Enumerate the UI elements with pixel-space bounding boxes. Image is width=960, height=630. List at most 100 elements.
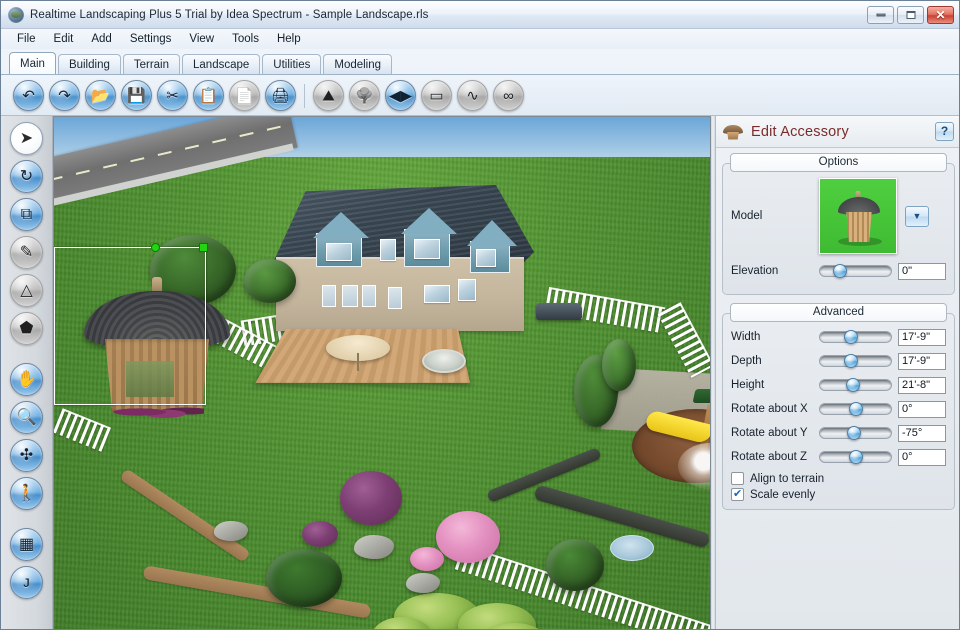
height-slider-thumb[interactable]	[845, 378, 860, 392]
redo-icon[interactable]: ↷	[49, 80, 80, 111]
pond	[610, 535, 654, 561]
panel-header: Edit Accessory ?	[716, 116, 959, 148]
region-tool: ⬟	[10, 312, 43, 345]
close-button[interactable]: ✕	[927, 6, 954, 24]
tab-modeling[interactable]: Modeling	[323, 54, 393, 74]
rotate-z-label: Rotate about Z	[731, 451, 808, 463]
gazebo-thumbnail[interactable]	[819, 178, 897, 254]
purple-tree[interactable]	[340, 471, 402, 525]
rotate-x-value[interactable]: 0°	[898, 400, 946, 418]
scale-evenly-label: Scale evenly	[750, 488, 816, 501]
window-upper-4	[476, 249, 496, 267]
tree-upper-mid[interactable]	[244, 259, 296, 303]
depth-value[interactable]: 17'-9"	[898, 352, 946, 370]
selection-bounding-box[interactable]	[54, 243, 208, 405]
width-slider-thumb[interactable]	[844, 330, 859, 344]
align-to-terrain-checkbox[interactable]	[731, 472, 744, 485]
rotate-z-value[interactable]: 0°	[898, 448, 946, 466]
rotate-x-slider-thumb[interactable]	[848, 402, 863, 416]
duplicate-tool[interactable]: ⧉	[10, 198, 43, 231]
height-value[interactable]: 21'-8"	[898, 376, 946, 394]
curve-icon: ∿	[457, 80, 488, 111]
align-to-terrain-row[interactable]: Align to terrain	[731, 472, 946, 485]
purple-shrub[interactable]	[302, 521, 338, 547]
height-slider[interactable]	[819, 378, 892, 392]
selection-handle-corner[interactable]	[199, 243, 208, 252]
pan-hand-tool[interactable]: ✋	[10, 363, 43, 396]
depth-slider-thumb[interactable]	[844, 354, 859, 368]
tree-front-right[interactable]	[546, 539, 604, 591]
rotate-y-value[interactable]: -75°	[898, 424, 946, 442]
menu-settings[interactable]: Settings	[122, 31, 180, 47]
menu-edit[interactable]: Edit	[46, 31, 82, 47]
tab-terrain[interactable]: Terrain	[122, 54, 181, 74]
walkthrough-tool-glyph: 🚶	[16, 484, 37, 502]
tab-landscape[interactable]: Landscape	[182, 54, 261, 74]
minimize-button[interactable]	[867, 6, 894, 24]
tab-main[interactable]: Main	[9, 52, 56, 74]
rotate-tool[interactable]: ↻	[10, 160, 43, 193]
plant-icon-glyph: 🌳	[355, 87, 374, 104]
rotate-y-slider[interactable]	[819, 426, 892, 440]
width-value[interactable]: 17'-9"	[898, 328, 946, 346]
ribbon-tab-strip: Main Building Terrain Landscape Utilitie…	[1, 51, 959, 75]
copy-icon[interactable]: 📋	[193, 80, 224, 111]
rotate-z-slider-thumb[interactable]	[848, 450, 863, 464]
open-icon[interactable]: 📂	[85, 80, 116, 111]
gazebo-icon	[722, 122, 744, 142]
rotate-y-slider-thumb[interactable]	[847, 426, 862, 440]
3d-viewport[interactable]: ⟳ Orbit 🔍 Zoom ✋ Pan ↕ Height	[53, 116, 711, 629]
tab-building[interactable]: Building	[57, 54, 121, 74]
grid-tool[interactable]: ▦	[10, 528, 43, 561]
patio-door-1	[322, 285, 336, 307]
snap-magnet-tool[interactable]: ᴊ	[10, 566, 43, 599]
menu-view[interactable]: View	[181, 31, 222, 47]
menu-add[interactable]: Add	[83, 31, 119, 47]
tab-utilities[interactable]: Utilities	[262, 54, 322, 74]
tree-right-2[interactable]	[602, 339, 636, 391]
mirror-icon[interactable]: ◀▶	[385, 80, 416, 111]
selection-handle-rotate[interactable]	[151, 243, 160, 252]
depth-slider[interactable]	[819, 354, 892, 368]
hot-tub	[422, 349, 466, 373]
scale-evenly-row[interactable]: Scale evenly	[731, 487, 946, 501]
pink-flowering-tree[interactable]	[436, 511, 500, 563]
chevron-down-icon[interactable]: ▼	[905, 205, 929, 227]
cut-icon-glyph: ✂	[166, 87, 179, 104]
width-slider[interactable]	[819, 330, 892, 344]
rotate-x-slider[interactable]	[819, 402, 892, 416]
pink-shrub-small[interactable]	[410, 547, 444, 571]
grid-tool-glyph: ▦	[18, 535, 35, 553]
zoom-tool[interactable]: 🔍	[10, 401, 43, 434]
zoom-extents-tool[interactable]: ✣	[10, 439, 43, 472]
print-icon[interactable]: 🖨	[265, 80, 296, 111]
cut-icon[interactable]: ✂	[157, 80, 188, 111]
window-upper-3	[414, 239, 440, 259]
elevation-slider-thumb[interactable]	[832, 264, 847, 278]
scale-evenly-checkbox[interactable]	[731, 487, 744, 501]
menu-help[interactable]: Help	[269, 31, 309, 47]
menu-bar: File Edit Add Settings View Tools Help	[1, 29, 959, 49]
walkthrough-tool[interactable]: 🚶	[10, 477, 43, 510]
menu-file[interactable]: File	[9, 31, 44, 47]
maximize-button[interactable]	[897, 6, 924, 24]
window-upper-2	[380, 239, 396, 261]
save-icon[interactable]: 💾	[121, 80, 152, 111]
rotate-z-slider[interactable]	[819, 450, 892, 464]
copy-icon-glyph: 📋	[199, 87, 218, 104]
undo-icon[interactable]: ↶	[13, 80, 44, 111]
height-label: Height	[731, 379, 765, 391]
main-toolbar: ↶ ↷ 📂 💾 ✂ 📋 📄 🖨 ⛰ 🌳 ◀▶ ▭ ∿ ∞	[1, 76, 959, 116]
shrub-mid-left[interactable]	[266, 549, 342, 607]
spline-icon: ∞	[493, 80, 524, 111]
elevation-slider[interactable]	[819, 264, 892, 278]
select-tool[interactable]: ➤	[10, 122, 43, 155]
menu-tools[interactable]: Tools	[224, 31, 267, 47]
help-button[interactable]: ?	[935, 122, 954, 141]
options-group: Options Model ▼ Elevation 0"	[722, 153, 955, 295]
patio-umbrella	[326, 335, 390, 361]
gazebo-flower-bed	[112, 403, 204, 421]
elevation-value[interactable]: 0"	[898, 262, 946, 280]
height-row: Height 21'-8"	[731, 376, 946, 394]
elevation-row: Elevation 0"	[731, 262, 946, 280]
